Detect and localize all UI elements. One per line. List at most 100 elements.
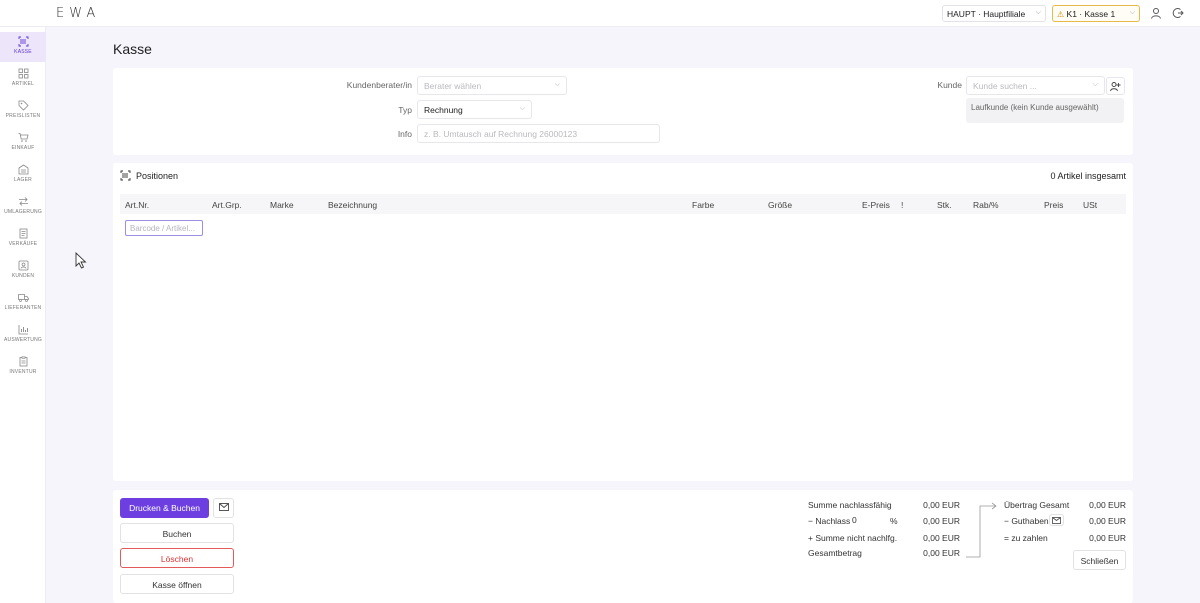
email-button[interactable]: [213, 498, 234, 518]
column-header[interactable]: Bezeichnung: [328, 200, 377, 210]
open-register-button[interactable]: Kasse öffnen: [120, 574, 234, 594]
carryover-value: 0,00 EUR: [1089, 500, 1126, 510]
sidebar-item-verkaeufe[interactable]: VERKÄUFE: [0, 224, 46, 254]
document-icon: [19, 228, 27, 239]
register-select[interactable]: ⚠ K1 · Kasse 1 ⌵: [1052, 5, 1140, 22]
warehouse-icon: [18, 164, 28, 175]
column-header[interactable]: Stk.: [937, 200, 952, 210]
credit-label: − Guthaben: [1004, 516, 1049, 526]
customer-label: Kunde: [937, 80, 962, 90]
sidebar-item-label: UMLAGERUNG: [4, 209, 42, 215]
warning-icon: ⚠: [1057, 10, 1065, 19]
branch-select[interactable]: HAUPT · Hauptfiliale ⌵: [942, 5, 1046, 22]
page-title: Kasse: [113, 41, 152, 57]
sidebar-item-label: VERKÄUFE: [8, 241, 38, 247]
barcode-input[interactable]: Barcode / Artikel...: [125, 220, 203, 236]
walkin-customer-note: Laufkunde (kein Kunde ausgewählt): [966, 98, 1124, 123]
add-person-icon: [1110, 82, 1121, 92]
sidebar-item-label: LIEFERANTEN: [4, 305, 42, 311]
logout-icon[interactable]: [1172, 7, 1184, 19]
app-logo[interactable]: EWA: [56, 6, 100, 21]
column-header[interactable]: USt: [1083, 200, 1097, 210]
column-header[interactable]: Marke: [270, 200, 294, 210]
sidebar-item-label: ARTIKEL: [11, 81, 35, 87]
sidebar-item-label: LAGER: [14, 177, 32, 183]
type-value: Rechnung: [424, 105, 463, 115]
sidebar-item-lager[interactable]: LAGER: [0, 160, 46, 190]
advisor-select[interactable]: Berater wählen ⌵: [417, 76, 567, 95]
column-header[interactable]: Rab/%: [973, 200, 999, 210]
top-bar: EWA HAUPT · Hauptfiliale ⌵ ⚠ K1 · Kasse …: [0, 0, 1200, 27]
sidebar-item-label: PREISLISTEN: [5, 113, 41, 119]
positions-title: Positionen: [136, 171, 179, 181]
transfer-icon: [18, 197, 28, 206]
percent-sign: %: [890, 516, 898, 526]
sidebar-item-inventur[interactable]: INVENTUR: [0, 352, 46, 382]
mail-icon: [218, 503, 229, 511]
positions-table-header: Art.Nr. Art.Grp. Marke Bezeichnung Farbe…: [120, 194, 1126, 214]
sidebar-item-umlagerung[interactable]: UMLAGERUNG: [0, 192, 46, 222]
discount-percent-input[interactable]: 0: [852, 515, 886, 527]
print-book-button[interactable]: Drucken & Buchen: [120, 498, 209, 518]
credit-voucher-button[interactable]: [1049, 514, 1064, 526]
delete-button[interactable]: Löschen: [120, 548, 234, 568]
mouse-cursor-icon: [75, 252, 87, 269]
chevron-down-icon: ⌵: [1035, 9, 1041, 16]
chart-icon: [18, 325, 28, 335]
info-label: Info: [397, 129, 412, 139]
sidebar-item-label: KUNDEN: [11, 273, 35, 279]
register-icon: [18, 36, 28, 47]
to-pay-value: 0,00 EUR: [1089, 533, 1126, 543]
column-header[interactable]: Farbe: [692, 200, 714, 210]
advisor-placeholder: Berater wählen: [424, 81, 482, 91]
chevron-down-icon: ⌵: [554, 81, 560, 88]
clipboard-icon: [19, 356, 27, 367]
discountable-value: 0,00 EUR: [923, 500, 960, 510]
carryover-connector-icon: [966, 502, 997, 558]
sidebar-item-kasse[interactable]: KASSE: [0, 32, 46, 62]
column-header[interactable]: !: [901, 200, 903, 210]
sidebar-item-kunden[interactable]: KUNDEN: [0, 256, 46, 286]
column-header[interactable]: Art.Grp.: [212, 200, 242, 210]
branch-select-value: HAUPT · Hauptfiliale: [947, 9, 1026, 19]
non-discountable-value: 0,00 EUR: [923, 533, 960, 543]
customer-search[interactable]: Kunde suchen ... ⌵: [966, 76, 1105, 95]
chevron-down-icon: ⌵: [519, 105, 525, 112]
advisor-label: Kundenberater/in: [346, 80, 412, 90]
voucher-icon: [1052, 517, 1061, 524]
close-button[interactable]: Schließen: [1073, 550, 1126, 570]
column-header[interactable]: Größe: [768, 200, 792, 210]
sidebar-item-label: KASSE: [14, 49, 32, 55]
tag-icon: [18, 100, 29, 111]
truck-icon: [17, 294, 29, 302]
add-customer-button[interactable]: [1106, 77, 1125, 95]
sidebar-item-label: EINKAUF: [11, 145, 35, 151]
customer-icon: [18, 260, 28, 271]
discountable-label: Summe nachlassfähig: [808, 500, 892, 510]
grid-icon: [18, 68, 28, 79]
customer-placeholder: Kunde suchen ...: [973, 81, 1037, 91]
type-label: Typ: [398, 105, 412, 115]
total-label: Gesamtbetrag: [808, 548, 862, 558]
chevron-down-icon: ⌵: [1129, 9, 1135, 16]
barcode-placeholder: Barcode / Artikel...: [130, 224, 195, 233]
book-button[interactable]: Buchen: [120, 523, 234, 543]
sidebar-item-preislisten[interactable]: PREISLISTEN: [0, 96, 46, 126]
sidebar-item-einkauf[interactable]: EINKAUF: [0, 128, 46, 158]
sidebar-item-artikel[interactable]: ARTIKEL: [0, 64, 46, 94]
column-header[interactable]: Art.Nr.: [125, 200, 149, 210]
non-discountable-label: + Summe nicht nachlfg.: [808, 533, 898, 543]
column-header[interactable]: Preis: [1044, 200, 1063, 210]
barcode-scan-icon: [120, 170, 131, 181]
total-value: 0,00 EUR: [923, 548, 960, 558]
sidebar-item-label: AUSWERTUNG: [3, 337, 43, 343]
sidebar-item-label: INVENTUR: [9, 369, 37, 375]
user-icon[interactable]: [1150, 7, 1162, 19]
sidebar-item-auswertung[interactable]: AUSWERTUNG: [0, 320, 46, 350]
credit-value: 0,00 EUR: [1089, 516, 1126, 526]
column-header[interactable]: E-Preis: [862, 200, 890, 210]
type-select[interactable]: Rechnung ⌵: [417, 100, 532, 119]
info-input[interactable]: z. B. Umtausch auf Rechnung 26000123: [417, 124, 660, 143]
sidebar-item-lieferanten[interactable]: LIEFERANTEN: [0, 288, 46, 318]
to-pay-label: = zu zahlen: [1004, 533, 1048, 543]
